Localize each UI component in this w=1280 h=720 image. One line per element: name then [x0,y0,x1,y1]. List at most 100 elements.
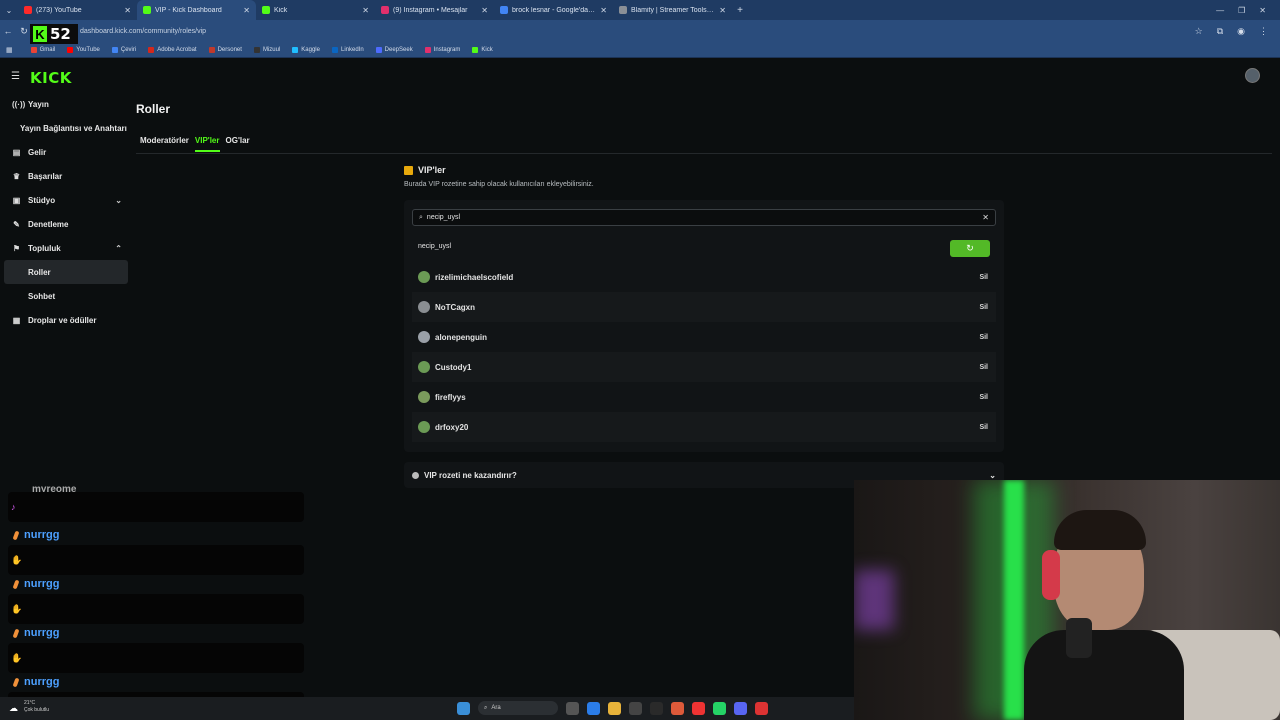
remove-vip-button[interactable]: Sil [979,304,988,311]
sidebar-subitem[interactable]: Sohbet [4,284,128,308]
tab-list-icon[interactable]: ⌄ [0,0,18,20]
bookmarks-bar: ▦ Gmail YouTube Çeviri Adobe Acrobat Der… [0,42,1280,58]
bookmark-item[interactable]: YouTube [67,46,100,53]
bookmark-favicon-icon [67,46,74,53]
bookmark-item[interactable]: Dersonet [208,46,242,53]
clear-search-icon[interactable]: ✕ [982,213,989,222]
obs-icon[interactable] [755,701,768,715]
bookmark-item[interactable]: Kaggle [292,46,320,53]
browser-tab[interactable]: (9) Instagram • Mesajlar ✕ [375,0,494,20]
chat-username[interactable]: nurrgg [12,676,59,688]
remove-vip-button[interactable]: Sil [979,424,988,431]
kick-k-logo-icon: K [33,26,47,42]
chrome-icon[interactable] [671,701,684,715]
bookmark-item[interactable]: Çeviri [111,46,136,53]
bookmark-item[interactable]: Instagram [424,46,460,53]
sidebar-item[interactable]: ▣ Stüdyo ⌄ [4,188,128,212]
apps-icon[interactable]: ▦ [6,46,13,54]
chevron-icon[interactable]: ⌃ [115,244,122,253]
bookmark-star-icon[interactable]: ☆ [1195,26,1203,37]
menu-icon[interactable]: ⋮ [1259,26,1268,37]
discord-icon[interactable] [734,701,747,715]
edge-icon[interactable] [587,701,600,715]
add-vip-button[interactable]: ↻ [950,240,990,257]
profile-icon[interactable]: ◉ [1237,26,1245,37]
bookmark-label: LinkedIn [340,46,364,53]
bookmark-item[interactable]: Gmail [30,46,55,53]
restore-icon[interactable]: ❐ [1238,6,1245,15]
sidebar-item[interactable]: ♛ Başarılar [4,164,128,188]
browser-tab[interactable]: Blamity | Streamer Tools & Part... ✕ [613,0,732,20]
vip-user-row: NoTCagxn Sil [412,292,996,322]
sidebar-item[interactable]: ▦ Droplar ve ödüller [4,308,128,332]
minimize-icon[interactable]: — [1216,6,1224,15]
close-tab-icon[interactable]: ✕ [719,6,726,15]
remove-vip-button[interactable]: Sil [979,334,988,341]
back-icon[interactable]: ← [0,26,16,36]
user-avatar [418,421,430,433]
chat-username[interactable]: nurrgg [12,529,59,541]
bookmark-favicon-icon [208,46,215,53]
remove-vip-button[interactable]: Sil [979,364,988,371]
chat-message-box [8,643,304,673]
close-tab-icon[interactable]: ✕ [481,6,488,15]
hamburger-menu-icon[interactable]: ☰ [11,71,20,82]
url-box[interactable]: dashboard.kick.com/community/roles/vip [80,28,206,35]
chat-emote-icon: ♪ [11,502,16,512]
role-tab[interactable]: Moderatörler [140,136,189,152]
vip-search-input[interactable]: ⌕ necip_uysl ✕ [412,209,996,226]
taskbar-search[interactable]: ⌕ Ara [478,701,558,715]
taskbar-apps: ⌕ Ara [457,701,768,715]
vip-username: rizelimichaelscofield [435,272,514,282]
extensions-icon[interactable]: ⧉ [1217,26,1223,37]
file-explorer-icon[interactable] [608,701,621,715]
store-icon[interactable] [629,701,642,715]
chat-username[interactable]: nurrgg [12,627,59,639]
start-icon[interactable] [457,701,470,715]
close-tab-icon[interactable]: ✕ [362,6,369,15]
youtube-icon[interactable] [692,701,705,715]
close-tab-icon[interactable]: ✕ [124,6,131,15]
remove-vip-button[interactable]: Sil [979,274,988,281]
close-tab-icon[interactable]: ✕ [243,6,250,15]
task-view-icon[interactable] [566,701,579,715]
chevron-down-icon[interactable]: ⌄ [989,471,996,480]
whatsapp-icon[interactable] [713,701,726,715]
chevron-icon[interactable]: ⌄ [115,196,122,205]
sidebar-item-label: Gelir [28,147,47,157]
vip-username: drfoxy20 [435,422,469,432]
role-tab[interactable]: VIP'ler [194,136,220,152]
sidebar-subitem[interactable]: Roller [4,260,128,284]
sidebar-item[interactable]: ✎ Denetleme [4,212,128,236]
search-input-value[interactable]: necip_uysl [427,214,460,221]
bookmark-item[interactable]: Adobe Acrobat [148,46,197,53]
url-text[interactable]: dashboard.kick.com/community/roles/vip [80,28,206,35]
steam-icon[interactable] [650,701,663,715]
browser-tab[interactable]: VIP - Kick Dashboard ✕ [137,0,256,20]
bookmark-item[interactable]: Mizuul [253,46,280,53]
sidebar-item[interactable]: ((·)) Yayın [4,92,128,116]
bookmark-item[interactable]: Kick [472,46,493,53]
browser-tab[interactable]: Kick ✕ [256,0,375,20]
bookmark-favicon-icon [375,46,382,53]
bookmark-item[interactable]: DeepSeek [375,46,413,53]
kick-logo[interactable]: KICK [30,69,72,87]
user-avatar[interactable] [1245,68,1260,83]
sidebar-subitem[interactable]: Yayın Bağlantısı ve Anahtarı [4,116,128,140]
close-window-icon[interactable]: ✕ [1259,6,1266,15]
bookmark-item[interactable]: LinkedIn [331,46,364,53]
sidebar-item[interactable]: ⚑ Topluluk ⌃ [4,236,128,260]
vip-user-row: drfoxy20 Sil [412,412,996,442]
browser-tab[interactable]: (273) YouTube ✕ [18,0,137,20]
close-tab-icon[interactable]: ✕ [600,6,607,15]
weather-widget[interactable]: 21°C Çok bulutlu [24,700,49,714]
chat-username[interactable]: nurrgg [12,578,59,590]
sidebar-item[interactable]: ▤ Gelir [4,140,128,164]
remove-vip-button[interactable]: Sil [979,394,988,401]
sidebar-item-label: Yayın [28,99,49,109]
community-icon: ⚑ [12,243,21,253]
browser-tab[interactable]: brock lesnar - Google'da Ara ✕ [494,0,613,20]
new-tab-button[interactable]: + [732,5,748,16]
role-tab[interactable]: OG'lar [226,136,250,152]
tab-title: (273) YouTube [36,6,82,14]
